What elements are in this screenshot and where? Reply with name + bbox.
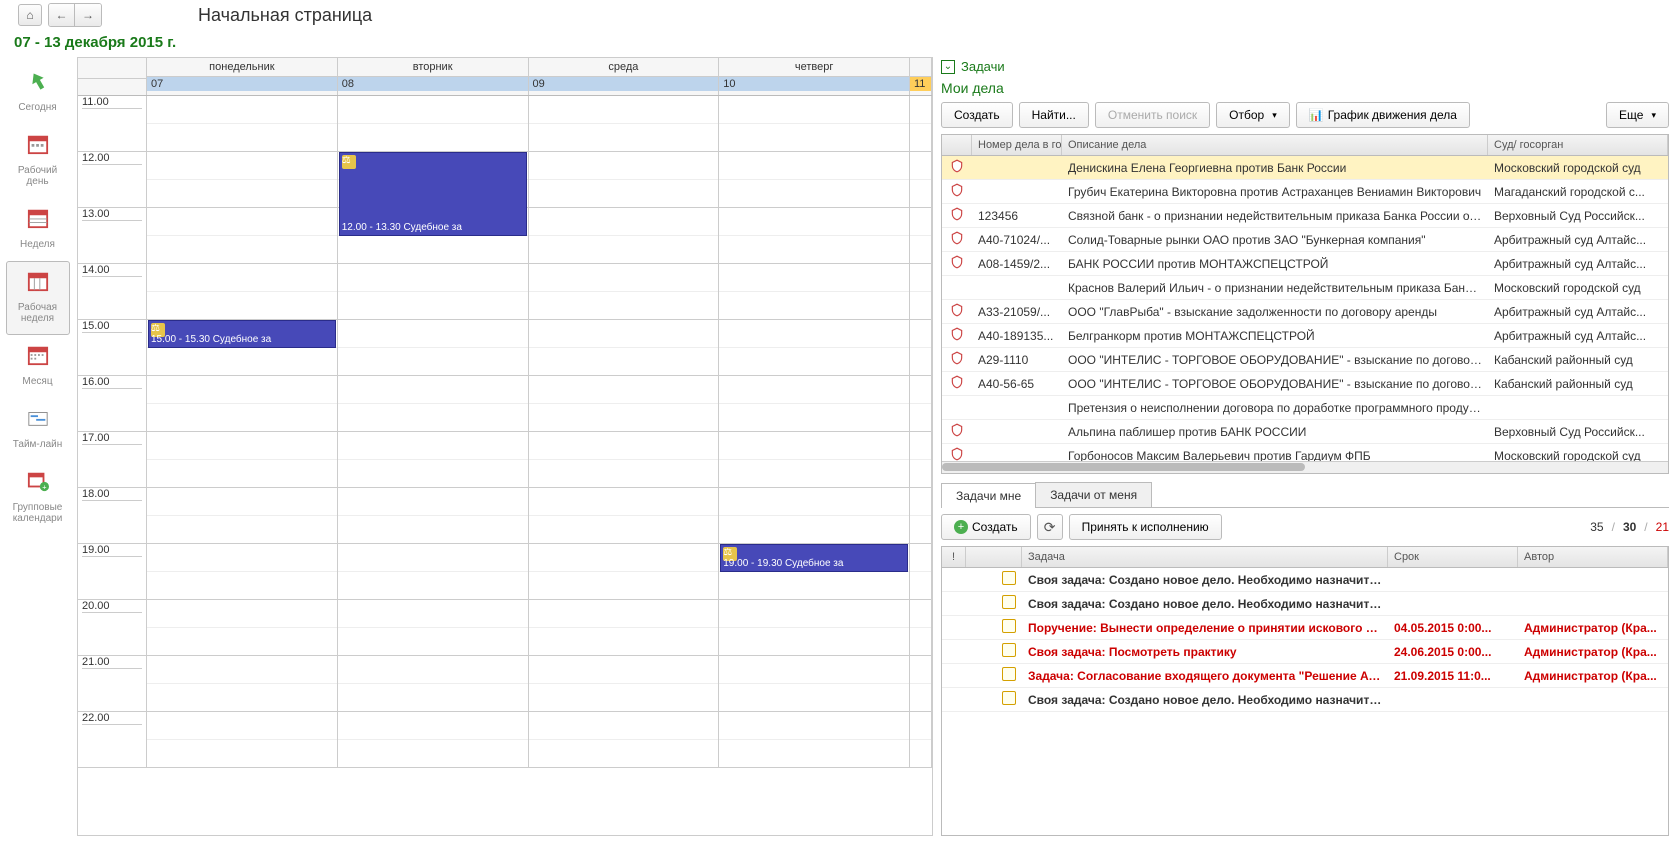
case-chart-button[interactable]: 📊 График движения дела — [1296, 102, 1470, 128]
sidebar-item-3[interactable]: Рабочая неделя — [6, 261, 70, 335]
cases-hscroll-thumb[interactable] — [942, 463, 1305, 471]
task-row[interactable]: Своя задача: Создано новое дело. Необход… — [942, 568, 1668, 592]
case-row[interactable]: А29-1110ООО "ИНТЕЛИС - ТОРГОВОЕ ОБОРУДОВ… — [942, 348, 1668, 372]
tasks-section-title: Задачи — [961, 59, 1005, 74]
refresh-button[interactable]: ⟳ — [1037, 514, 1063, 540]
document-icon — [1002, 643, 1016, 657]
sidebar-item-0[interactable]: Сегодня — [6, 61, 70, 124]
my-cases-title: Мои дела — [941, 80, 1669, 96]
task-row[interactable]: Своя задача: Создано новое дело. Необход… — [942, 688, 1668, 712]
task-count-overdue: 21 — [1656, 520, 1669, 534]
document-icon — [1002, 571, 1016, 585]
case-row[interactable]: А08-1459/2...БАНК РОССИИ против МОНТАЖСП… — [942, 252, 1668, 276]
case-row[interactable]: Грубич Екатерина Викторовна против Астра… — [942, 180, 1668, 204]
task-row[interactable]: Поручение: Вынести определение о приняти… — [942, 616, 1668, 640]
tab-tasks-to-me[interactable]: Задачи мне — [941, 483, 1036, 508]
col-task-name: Задача — [1022, 547, 1388, 567]
filter-button[interactable]: Отбор — [1216, 102, 1290, 128]
case-row[interactable]: Альпина паблишер против БАНК РОССИИВерхо… — [942, 420, 1668, 444]
sidebar-item-1[interactable]: Рабочий день — [6, 124, 70, 198]
document-icon — [1002, 619, 1016, 633]
refresh-icon: ⟳ — [1044, 519, 1056, 536]
case-row[interactable]: 123456Связной банк - о признании недейст… — [942, 204, 1668, 228]
col-task-priority: ! — [942, 547, 966, 567]
back-button[interactable]: ← — [49, 4, 75, 26]
accept-task-button[interactable]: Принять к исполнению — [1069, 514, 1222, 540]
date-range: 07 - 13 декабря 2015 г. — [0, 30, 1677, 55]
shield-icon — [942, 159, 972, 176]
shield-icon — [942, 447, 972, 461]
shield-icon — [942, 303, 972, 320]
create-case-button[interactable]: Создать — [941, 102, 1013, 128]
calendar-view-icon — [25, 205, 51, 231]
calendar-view-icon — [25, 131, 51, 157]
home-button[interactable]: ⌂ — [18, 4, 42, 26]
task-count-2: 30 — [1623, 520, 1636, 534]
document-icon — [1002, 595, 1016, 609]
col-case-court: Суд/ госорган — [1488, 135, 1668, 155]
document-icon — [1002, 691, 1016, 705]
task-row[interactable]: Своя задача: Создано новое дело. Необход… — [942, 592, 1668, 616]
sidebar-item-2[interactable]: Неделя — [6, 198, 70, 261]
calendar-view-icon — [25, 268, 51, 294]
case-row[interactable]: А40-56-65ООО "ИНТЕЛИС - ТОРГОВОЕ ОБОРУДО… — [942, 372, 1668, 396]
shield-icon — [942, 207, 972, 224]
case-row[interactable]: А33-21059/...ООО "ГлавРыба" - взыскание … — [942, 300, 1668, 324]
shield-icon — [942, 183, 972, 200]
case-row[interactable]: А40-189135...Белгранкорм против МОНТАЖСП… — [942, 324, 1668, 348]
shield-icon — [942, 231, 972, 248]
page-title: Начальная страница — [198, 5, 372, 26]
col-case-number: Номер дела в го... — [972, 135, 1062, 155]
calendar-event[interactable]: ⚖12.00 - 13.30 Судебное за — [339, 152, 527, 236]
case-row[interactable]: Горбоносов Максим Валерьевич против Гард… — [942, 444, 1668, 461]
calendar-view-icon — [25, 342, 51, 368]
more-button[interactable]: Еще — [1606, 102, 1669, 128]
case-row[interactable]: Денискина Елена Георгиевна против Банк Р… — [942, 156, 1668, 180]
sidebar-item-6[interactable]: +Групповые календари — [6, 461, 70, 535]
case-row[interactable]: Претензия о неисполнении договора по дор… — [942, 396, 1668, 420]
sidebar-item-5[interactable]: Тайм-лайн — [6, 398, 70, 461]
shield-icon — [942, 327, 972, 344]
calendar-view-icon — [25, 405, 51, 431]
document-icon — [1002, 667, 1016, 681]
task-row[interactable]: Задача: Согласование входящего документа… — [942, 664, 1668, 688]
calendar-view-icon — [25, 68, 51, 94]
collapse-tasks-icon[interactable]: ⌄ — [941, 60, 955, 74]
calendar-view-icon: + — [25, 468, 51, 494]
col-task-deadline: Срок — [1388, 547, 1518, 567]
svg-text:+: + — [42, 482, 46, 491]
task-row[interactable]: Своя задача: Посмотреть практику24.06.20… — [942, 640, 1668, 664]
task-count-1: 35 — [1590, 520, 1603, 534]
shield-icon — [942, 423, 972, 440]
col-case-description: Описание дела — [1062, 135, 1488, 155]
sidebar-item-4[interactable]: Месяц — [6, 335, 70, 398]
scales-icon: ⚖ — [342, 155, 356, 169]
case-row[interactable]: Краснов Валерий Ильич - о признании неде… — [942, 276, 1668, 300]
calendar-event[interactable]: ⚖19.00 - 19.30 Судебное за — [720, 544, 908, 572]
forward-button[interactable]: → — [75, 4, 101, 26]
col-task-author: Автор — [1518, 547, 1668, 567]
case-row[interactable]: А40-71024/...Солид-Товарные рынки ОАО пр… — [942, 228, 1668, 252]
calendar-event[interactable]: ⚖15.00 - 15.30 Судебное за — [148, 320, 336, 348]
shield-icon — [942, 255, 972, 272]
create-task-button[interactable]: + Создать — [941, 514, 1031, 540]
shield-icon — [942, 351, 972, 368]
add-icon: + — [954, 520, 968, 534]
tab-tasks-from-me[interactable]: Задачи от меня — [1035, 482, 1152, 507]
shield-icon — [942, 375, 972, 392]
find-button[interactable]: Найти... — [1019, 102, 1089, 128]
cancel-search-button[interactable]: Отменить поиск — [1095, 102, 1210, 128]
